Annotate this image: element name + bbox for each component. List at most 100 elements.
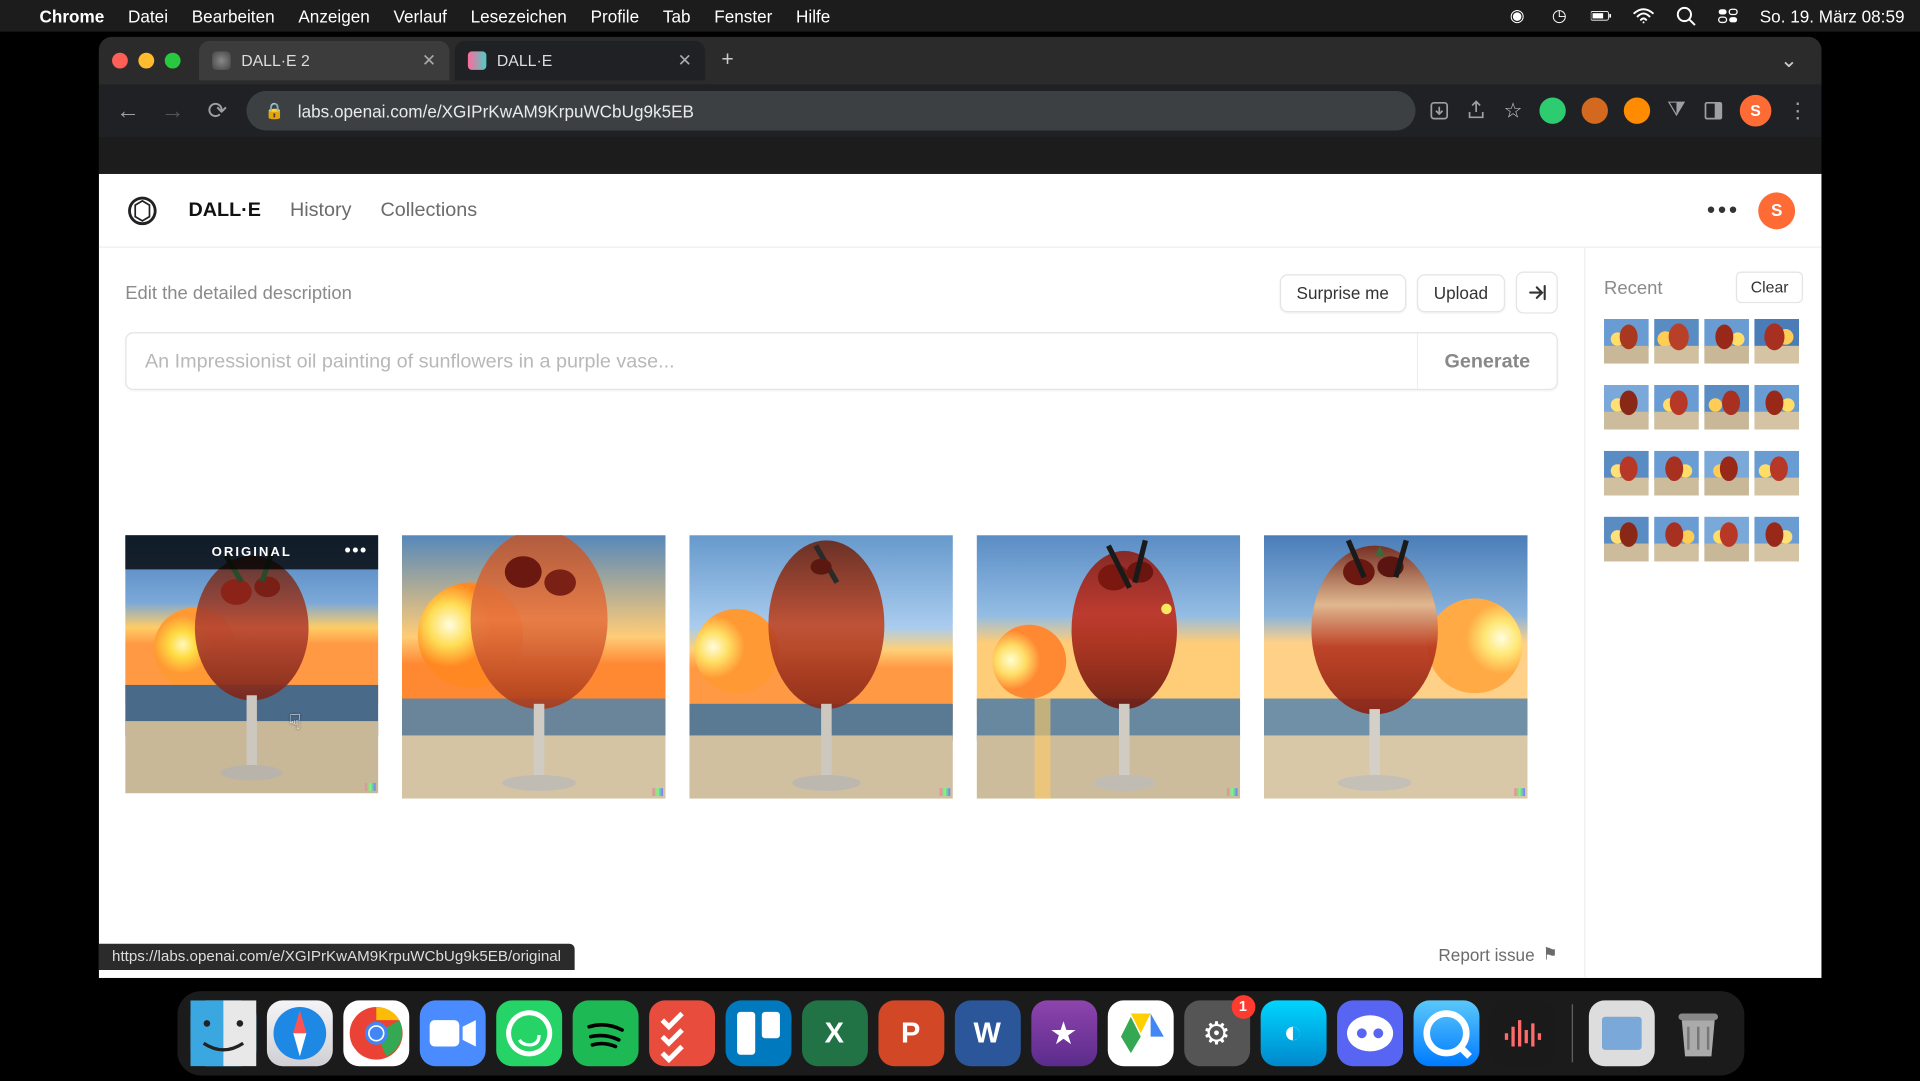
tab-close-icon[interactable]: ✕: [422, 50, 436, 71]
openai-logo-icon[interactable]: [125, 193, 159, 227]
window-close-icon[interactable]: [112, 53, 128, 69]
extension-icon[interactable]: [1582, 98, 1608, 124]
dock-audio-icon[interactable]: [1489, 1000, 1555, 1066]
recent-thumbnail[interactable]: [1754, 517, 1799, 562]
generate-button[interactable]: Generate: [1417, 333, 1557, 388]
dock-drive-icon[interactable]: [1107, 1000, 1173, 1066]
prompt-label: Edit the detailed description: [125, 282, 352, 303]
nav-history[interactable]: History: [290, 199, 352, 221]
search-icon[interactable]: [1675, 5, 1696, 26]
generation-tile[interactable]: [1264, 535, 1528, 799]
dalle-watermark-icon: [1514, 788, 1525, 796]
recent-thumbnail[interactable]: [1604, 517, 1649, 562]
dock-spotify-icon[interactable]: [572, 1000, 638, 1066]
address-bar[interactable]: 🔒 labs.openai.com/e/XGIPrKwAM9KrpuWCbUg9…: [246, 91, 1415, 131]
chrome-tabbar: DALL·E 2 ✕ DALL·E ✕ + ⌄: [99, 37, 1822, 84]
new-tab-button[interactable]: +: [710, 43, 744, 77]
clear-button[interactable]: Clear: [1736, 272, 1803, 304]
generation-tile[interactable]: [402, 535, 666, 799]
nav-brand[interactable]: DALL·E: [188, 199, 260, 221]
recent-thumbnail[interactable]: [1754, 385, 1799, 430]
window-traffic-lights[interactable]: [112, 53, 181, 69]
generation-tile[interactable]: [977, 535, 1241, 799]
nav-back-icon[interactable]: ←: [112, 97, 144, 125]
dock-safari-icon[interactable]: [266, 1000, 332, 1066]
dock-imovie-icon[interactable]: ★: [1031, 1000, 1097, 1066]
menubar-clock[interactable]: So. 19. März 08:59: [1760, 6, 1905, 26]
extension-icon[interactable]: [1539, 98, 1565, 124]
tile-more-icon[interactable]: •••: [344, 539, 367, 560]
extensions-puzzle-icon[interactable]: ⧩: [1666, 100, 1687, 121]
tablist-dropdown-icon[interactable]: ⌄: [1780, 47, 1808, 73]
app-user-avatar[interactable]: S: [1758, 192, 1795, 229]
dock-whatsapp-icon[interactable]: [496, 1000, 562, 1066]
report-issue-link[interactable]: Report issue ⚑: [1438, 944, 1557, 965]
nav-forward-icon[interactable]: →: [157, 97, 189, 125]
recent-thumbnail[interactable]: [1654, 319, 1699, 364]
dock-downloads-icon[interactable]: [1588, 1000, 1654, 1066]
dock-word-icon[interactable]: W: [954, 1000, 1020, 1066]
chrome-profile-avatar[interactable]: S: [1740, 95, 1772, 127]
window-minimize-icon[interactable]: [138, 53, 154, 69]
share-icon[interactable]: [1466, 100, 1487, 121]
recent-thumbnail[interactable]: [1654, 517, 1699, 562]
recent-thumbnail[interactable]: [1604, 385, 1649, 430]
recent-thumbnail[interactable]: [1604, 319, 1649, 364]
dock-finder-icon[interactable]: [190, 1000, 256, 1066]
collapse-right-icon[interactable]: [1516, 272, 1558, 314]
menubar-app-name[interactable]: Chrome: [40, 6, 105, 26]
generation-tile-original[interactable]: ORIGINAL •••: [125, 535, 378, 793]
recent-thumbnail[interactable]: [1654, 451, 1699, 496]
dalle-watermark-icon: [1227, 788, 1238, 796]
upload-button[interactable]: Upload: [1417, 273, 1506, 311]
recent-thumbnail[interactable]: [1704, 385, 1749, 430]
recent-thumbnail[interactable]: [1704, 451, 1749, 496]
surprise-me-button[interactable]: Surprise me: [1279, 273, 1406, 311]
recent-thumbnail[interactable]: [1654, 385, 1699, 430]
recent-thumbnail[interactable]: [1604, 451, 1649, 496]
menubar-item-bookmarks[interactable]: Lesezeichen: [471, 6, 567, 26]
dock-excel-icon[interactable]: X: [801, 1000, 867, 1066]
record-icon[interactable]: ◉: [1507, 5, 1528, 26]
recent-thumbnail[interactable]: [1704, 319, 1749, 364]
app-more-icon[interactable]: •••: [1707, 196, 1740, 224]
battery-icon[interactable]: [1591, 5, 1612, 26]
dock-powerpoint-icon[interactable]: P: [878, 1000, 944, 1066]
recent-thumbnail[interactable]: [1754, 319, 1799, 364]
dock-trash-icon[interactable]: [1665, 1000, 1731, 1066]
recent-thumbnail[interactable]: [1704, 517, 1749, 562]
sidepanel-icon[interactable]: [1703, 100, 1724, 121]
install-app-icon[interactable]: [1429, 100, 1450, 121]
bookmark-star-icon[interactable]: ☆: [1503, 100, 1524, 121]
prompt-input[interactable]: [127, 350, 1417, 372]
window-maximize-icon[interactable]: [165, 53, 181, 69]
dock-quicktime-icon[interactable]: [1413, 1000, 1479, 1066]
dock-discord-icon[interactable]: [1336, 1000, 1402, 1066]
clock-icon[interactable]: ◷: [1549, 5, 1570, 26]
nav-reload-icon[interactable]: ⟳: [202, 97, 234, 125]
menubar-item-window[interactable]: Fenster: [714, 6, 772, 26]
extension-icon[interactable]: [1624, 98, 1650, 124]
generation-tile[interactable]: [689, 535, 953, 799]
dock-zoom-icon[interactable]: [419, 1000, 485, 1066]
dock-app-icon[interactable]: ◐: [1260, 1000, 1326, 1066]
tab-dalle[interactable]: DALL·E ✕: [455, 41, 705, 81]
menubar-item-file[interactable]: Datei: [128, 6, 168, 26]
nav-collections[interactable]: Collections: [380, 199, 477, 221]
dock-trello-icon[interactable]: [725, 1000, 791, 1066]
menubar-item-view[interactable]: Anzeigen: [298, 6, 369, 26]
menubar-item-history[interactable]: Verlauf: [394, 6, 447, 26]
menubar-item-edit[interactable]: Bearbeiten: [192, 6, 275, 26]
menubar-item-tab[interactable]: Tab: [663, 6, 691, 26]
dock-chrome-icon[interactable]: [343, 1000, 409, 1066]
menubar-item-profile[interactable]: Profile: [591, 6, 640, 26]
menubar-item-help[interactable]: Hilfe: [796, 6, 830, 26]
dock-settings-icon[interactable]: ⚙1: [1184, 1000, 1250, 1066]
tab-dalle2[interactable]: DALL·E 2 ✕: [199, 41, 449, 81]
control-center-icon[interactable]: [1718, 5, 1739, 26]
tab-close-icon[interactable]: ✕: [678, 50, 692, 71]
chrome-menu-icon[interactable]: ⋮: [1787, 100, 1808, 121]
recent-thumbnail[interactable]: [1754, 451, 1799, 496]
dock-todoist-icon[interactable]: [648, 1000, 714, 1066]
wifi-icon[interactable]: [1633, 5, 1654, 26]
